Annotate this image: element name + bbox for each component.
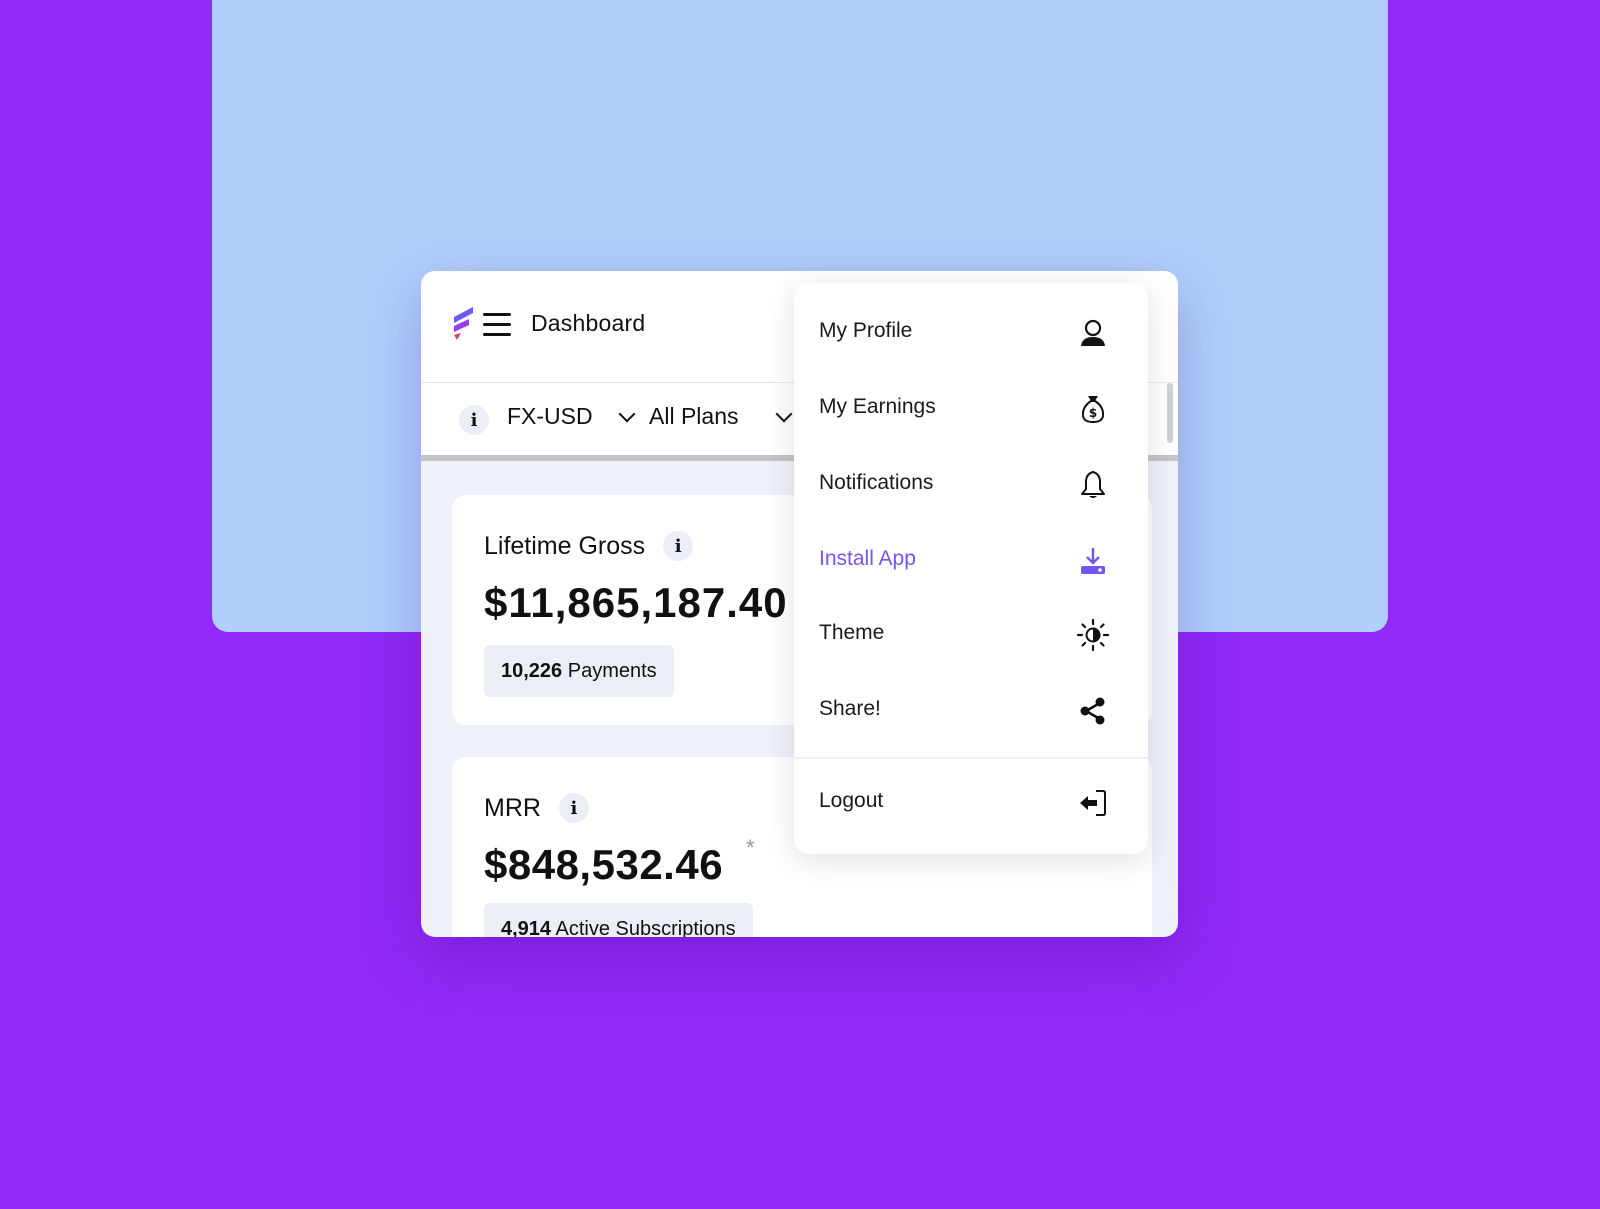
menu-item-label: Install App [819, 547, 916, 570]
user-dropdown-menu: My Profile My Earnings $ Notifications I… [794, 283, 1148, 854]
plans-select-value: All Plans [649, 403, 739, 429]
menu-item-label: Notifications [819, 471, 934, 494]
bell-icon [1081, 471, 1105, 498]
page-title: Dashboard [531, 310, 646, 336]
share-icon [1080, 697, 1105, 725]
info-icon[interactable]: i [558, 793, 589, 823]
theme-icon [1076, 618, 1110, 652]
card-title: MRR i [484, 793, 589, 823]
logout-icon [1080, 790, 1106, 816]
card-title-text: Lifetime Gross [484, 531, 646, 560]
subscriptions-label: Active Subscriptions [555, 918, 736, 937]
user-icon [1081, 319, 1105, 346]
menu-item-notifications[interactable]: Notifications [794, 451, 1148, 521]
menu-divider [794, 757, 1148, 759]
currency-select[interactable]: FX-USD [507, 403, 636, 430]
chevron-down-icon [618, 405, 636, 422]
menu-item-label: Share! [819, 697, 881, 720]
subscriptions-count: 4,914 [501, 918, 552, 937]
card-title-text: MRR [484, 793, 541, 822]
payments-count: 10,226 [501, 660, 563, 682]
footnote-asterisk: * [746, 835, 755, 860]
menu-item-label: Theme [819, 621, 885, 644]
money-bag-icon: $ [1081, 396, 1105, 424]
scrollbar-thumb[interactable] [1167, 383, 1173, 443]
payments-count-badge: 10,226 Payments [484, 645, 674, 697]
menu-item-share[interactable]: Share! [794, 677, 1148, 747]
hamburger-menu-button[interactable] [483, 313, 511, 337]
menu-item-theme[interactable]: Theme [794, 601, 1148, 671]
menu-item-label: Logout [819, 789, 884, 812]
plans-select[interactable]: All Plans [649, 403, 793, 430]
card-title: Lifetime Gross i [484, 531, 694, 561]
menu-item-label: My Earnings [819, 395, 936, 418]
menu-item-my-earnings[interactable]: My Earnings $ [794, 375, 1148, 445]
menu-item-logout[interactable]: Logout [794, 769, 1148, 839]
menu-item-label: My Profile [819, 319, 913, 342]
brand-logo-icon[interactable] [451, 307, 475, 345]
download-icon [1081, 548, 1105, 574]
lifetime-gross-value: $11,865,187.40 [484, 579, 788, 626]
info-icon[interactable]: i [459, 405, 489, 435]
info-icon[interactable]: i [663, 531, 694, 561]
payments-label: Payments [567, 660, 657, 682]
menu-item-my-profile[interactable]: My Profile [794, 299, 1148, 369]
chevron-down-icon [775, 405, 793, 422]
mrr-value: $848,532.46 [484, 841, 724, 888]
menu-item-install-app[interactable]: Install App [794, 527, 1148, 597]
currency-select-value: FX-USD [507, 403, 593, 429]
active-subscriptions-badge: 4,914 Active Subscriptions [484, 903, 753, 937]
svg-text:$: $ [1089, 406, 1097, 420]
